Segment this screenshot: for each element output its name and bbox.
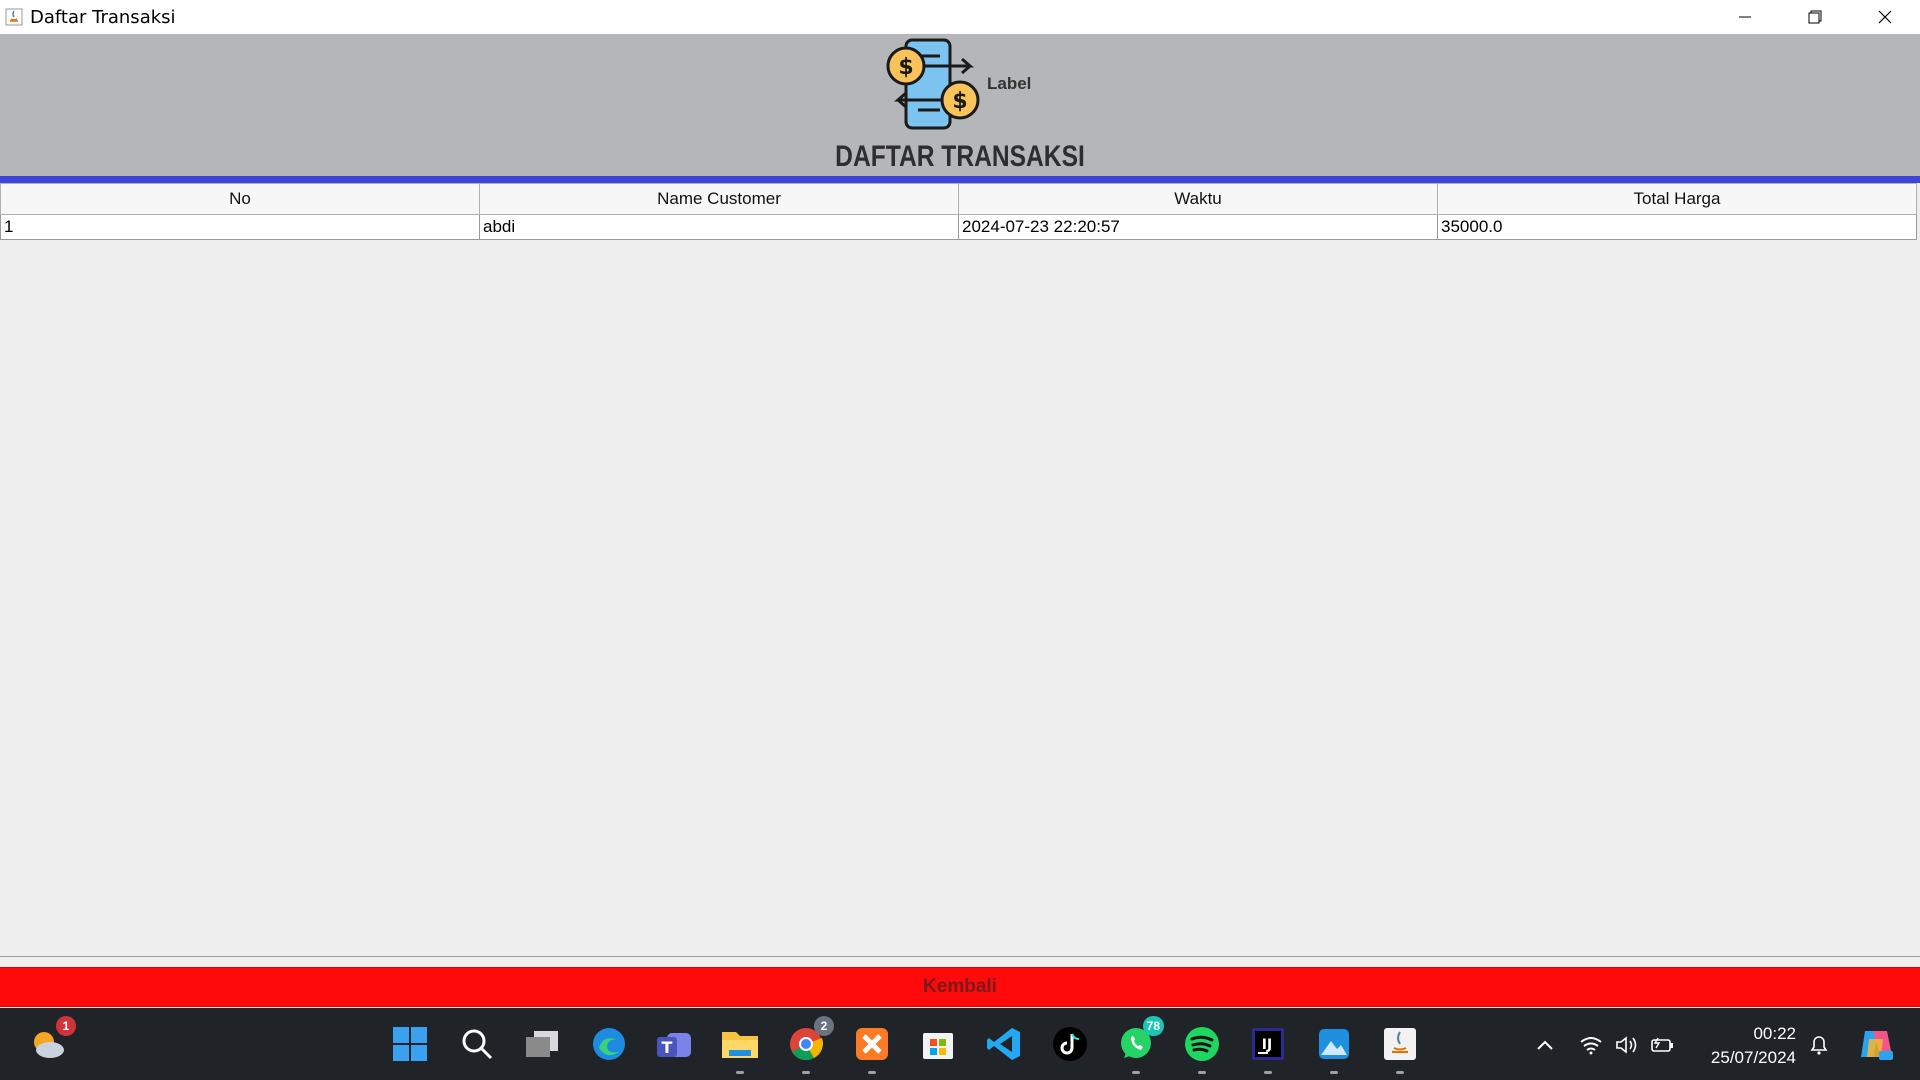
vscode-icon[interactable] [982, 1022, 1026, 1066]
teams-icon[interactable]: T [652, 1022, 696, 1066]
whatsapp-badge: 78 [1142, 1016, 1164, 1036]
cell-waktu[interactable]: 2024-07-23 22:20:57 [958, 214, 1438, 240]
column-header-no[interactable]: No [0, 183, 480, 215]
column-header-name-customer[interactable]: Name Customer [479, 183, 959, 215]
weather-badge: 1 [56, 1016, 76, 1036]
column-header-waktu[interactable]: Waktu [958, 183, 1438, 215]
table-row[interactable]: 1 abdi 2024-07-23 22:20:57 35000.0 [0, 214, 1917, 240]
svg-text:T: T [662, 1038, 673, 1057]
running-indicator [1264, 1071, 1272, 1074]
running-indicator [1330, 1071, 1338, 1074]
running-indicator [1396, 1071, 1404, 1074]
cell-total-harga[interactable]: 35000.0 [1437, 214, 1917, 240]
money-transfer-icon: $ $ [884, 36, 984, 132]
intellij-idea-icon[interactable]: IJ [1246, 1022, 1290, 1074]
transactions-table: No Name Customer Waktu Total Harga 1 abd… [0, 183, 1917, 240]
clock-time: 00:22 [1753, 1024, 1796, 1043]
running-indicator [802, 1071, 810, 1074]
windows-taskbar: 1 T 2 78 IJ 00:22 25/07/2024 [0, 1008, 1920, 1080]
svg-text:$: $ [898, 55, 913, 80]
svg-text:IJ: IJ [1262, 1037, 1272, 1053]
spotify-icon[interactable] [1180, 1022, 1224, 1074]
search-icon[interactable] [455, 1022, 499, 1066]
java-app-taskbar-icon[interactable] [1378, 1022, 1422, 1074]
minimize-button[interactable] [1710, 0, 1780, 34]
windows-start-icon[interactable] [388, 1022, 432, 1066]
kembali-button[interactable]: Kembali [0, 967, 1920, 1007]
file-explorer-icon[interactable] [718, 1022, 762, 1074]
page-title: DAFTAR TRANSAKSI [835, 140, 1085, 173]
header-divider [0, 176, 1920, 183]
weather-widget-icon[interactable]: 1 [26, 1016, 76, 1066]
xampp-icon[interactable] [850, 1022, 894, 1074]
taskbar-clock[interactable]: 00:22 25/07/2024 [1696, 1022, 1796, 1070]
window-title: Daftar Transaksi [30, 6, 176, 28]
chrome-icon[interactable]: 2 [784, 1016, 834, 1074]
svg-text:$: $ [952, 89, 967, 114]
clock-date: 25/07/2024 [1710, 1048, 1796, 1067]
wifi-icon[interactable] [1578, 1032, 1604, 1058]
close-button[interactable] [1850, 0, 1920, 34]
cell-name-customer[interactable]: abdi [479, 214, 959, 240]
running-indicator [1198, 1071, 1206, 1074]
java-app-icon [4, 7, 24, 27]
column-header-total-harga[interactable]: Total Harga [1437, 183, 1917, 215]
window-titlebar: Daftar Transaksi [0, 0, 1920, 34]
running-indicator [868, 1071, 876, 1074]
running-indicator [736, 1071, 744, 1074]
edge-browser-icon[interactable] [587, 1022, 631, 1066]
logo-label: Label [987, 74, 1032, 93]
photos-icon[interactable] [1312, 1022, 1356, 1074]
whatsapp-icon[interactable]: 78 [1114, 1016, 1164, 1074]
battery-icon[interactable] [1650, 1032, 1676, 1058]
restore-button[interactable] [1780, 0, 1850, 34]
running-indicator [1132, 1071, 1140, 1074]
page-header: $ $ Label DAFTAR TRANSAKSI [0, 34, 1920, 176]
copilot-icon[interactable] [1856, 1024, 1896, 1064]
chevron-up-icon[interactable] [1532, 1032, 1558, 1058]
volume-icon[interactable] [1614, 1032, 1640, 1058]
table-header-row: No Name Customer Waktu Total Harga [0, 183, 1917, 215]
chrome-badge: 2 [814, 1016, 834, 1036]
notification-bell-icon[interactable] [1806, 1032, 1832, 1058]
transactions-table-area: No Name Customer Waktu Total Harga 1 abd… [0, 183, 1920, 957]
task-view-icon[interactable] [520, 1022, 564, 1066]
tiktok-icon[interactable] [1048, 1022, 1092, 1066]
microsoft-store-icon[interactable] [916, 1022, 960, 1066]
cell-no[interactable]: 1 [0, 214, 480, 240]
